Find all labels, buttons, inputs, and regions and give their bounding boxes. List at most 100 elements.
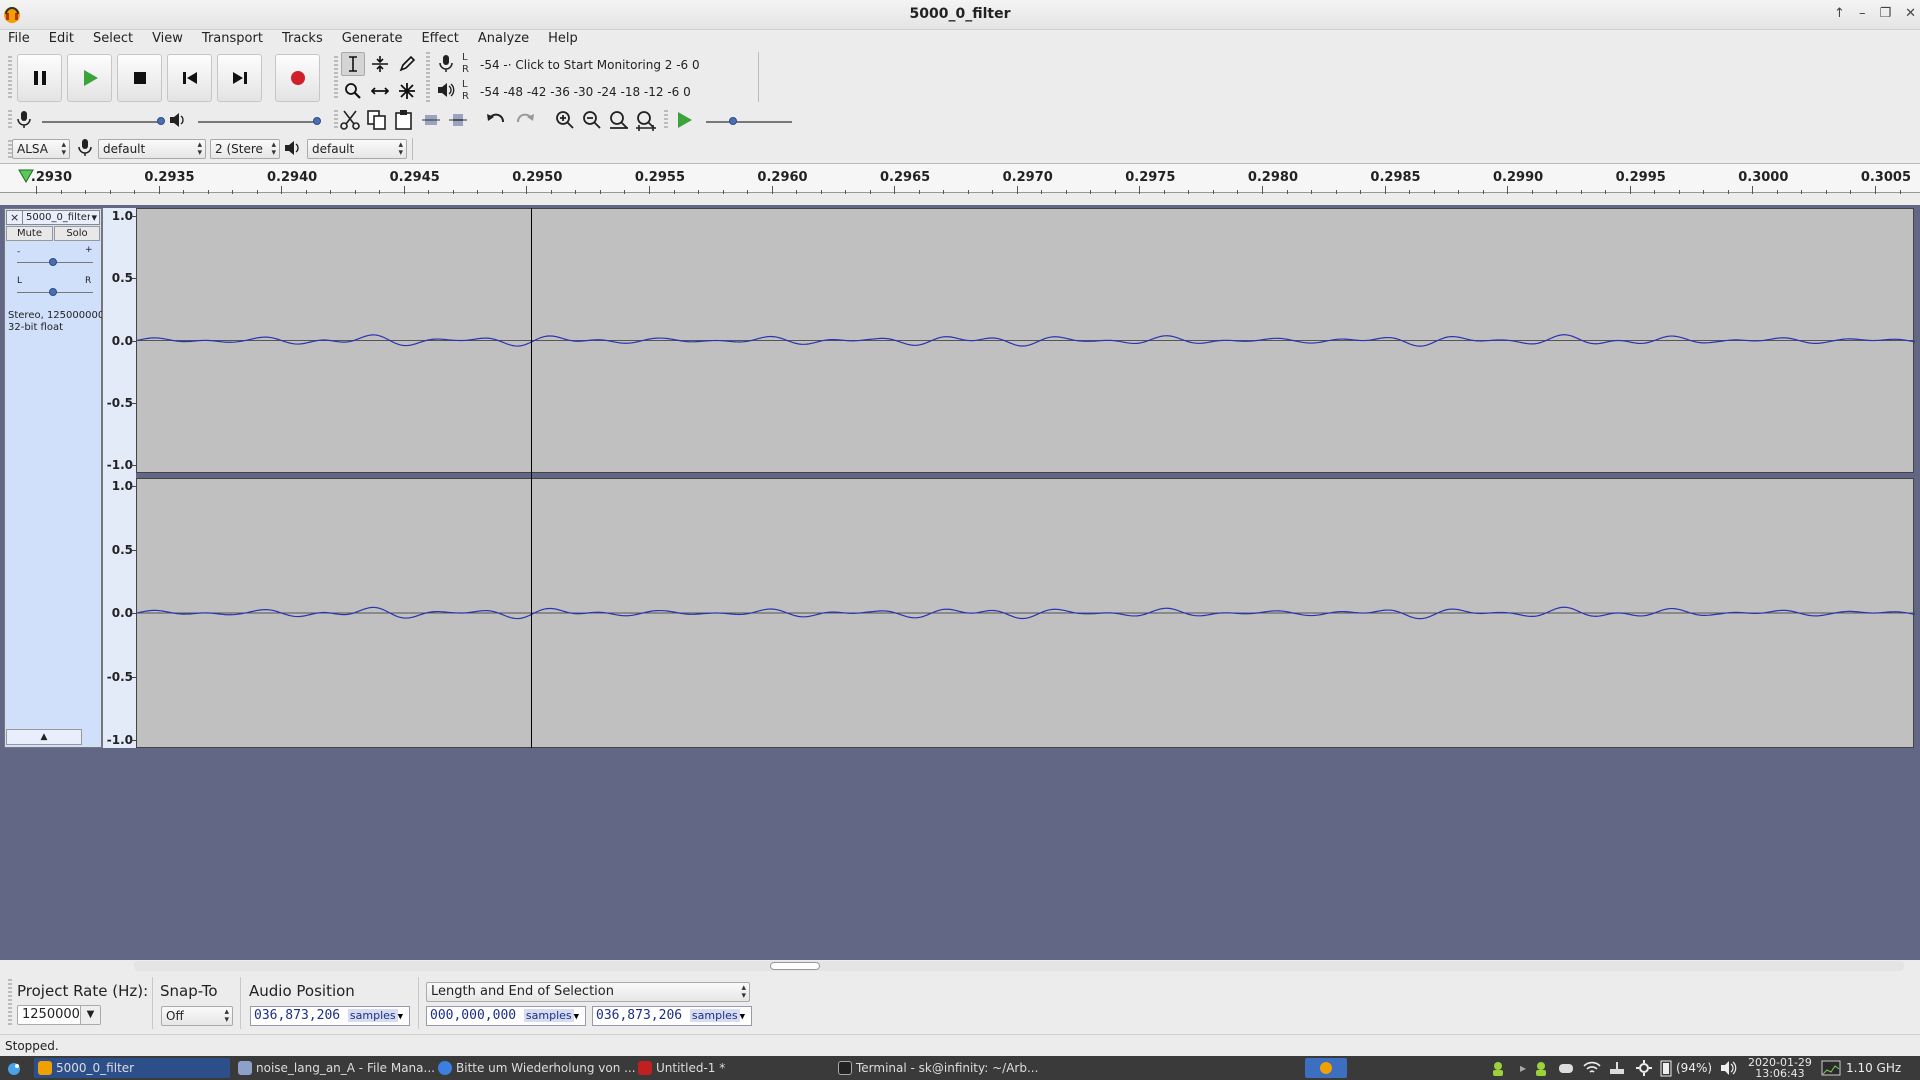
time-shift-tool[interactable] [368, 79, 392, 103]
menu-tracks[interactable]: Tracks [282, 30, 323, 50]
menu-view[interactable]: View [152, 30, 183, 50]
selection-mode-select[interactable]: Length and End of Selection ▴ ▾ [426, 982, 750, 1002]
pan-knob[interactable] [49, 288, 57, 296]
play-at-speed-icon[interactable] [676, 111, 694, 129]
track-name-menu[interactable]: 5000_0_filter [22, 211, 90, 225]
play-speed-slider[interactable] [706, 121, 792, 123]
play-speed-knob[interactable] [729, 117, 737, 125]
microphone-icon[interactable] [436, 54, 456, 72]
track-menu-arrow[interactable]: ▾ [91, 211, 97, 224]
selection-length-field[interactable]: 000,000,000 samples ▼ [426, 1006, 586, 1026]
menu-transport[interactable]: Transport [202, 30, 263, 50]
toolbar-grip[interactable] [334, 110, 338, 130]
paste-icon[interactable] [393, 109, 415, 131]
zoom-out-icon[interactable] [581, 109, 603, 131]
workspace-switcher[interactable] [1305, 1058, 1347, 1078]
recording-volume-slider[interactable] [42, 121, 162, 123]
toolbar-grip[interactable] [8, 979, 12, 1027]
minimize-button[interactable]: – [1859, 6, 1866, 21]
speaker-icon[interactable] [436, 81, 456, 99]
pause-button[interactable] [17, 54, 62, 102]
zoom-tool[interactable] [341, 79, 365, 103]
taskbar-item-terminal[interactable]: Terminal - sk@infinity: ~/Arb... [834, 1058, 1038, 1078]
solo-button[interactable]: Solo [54, 226, 100, 241]
settings-gear-icon[interactable] [1636, 1060, 1652, 1076]
envelope-tool[interactable] [368, 52, 392, 76]
keep-above-button[interactable]: ↑ [1834, 6, 1845, 21]
silence-audio-icon[interactable] [447, 109, 469, 131]
recording-meter[interactable]: LR -54 -· Click to Start Monitoring 2 -6… [462, 52, 762, 78]
waveform-left-channel[interactable] [136, 208, 1916, 473]
network-icon[interactable] [1608, 1060, 1626, 1076]
selection-end-field[interactable]: 036,873,206 samples ▼ [592, 1006, 752, 1026]
wifi-icon[interactable] [1583, 1060, 1601, 1076]
taskbar-item-untitled[interactable]: Untitled-1 * [634, 1058, 830, 1078]
start-menu-icon[interactable] [6, 1060, 22, 1076]
volume-icon[interactable] [1720, 1060, 1738, 1076]
playback-volume-slider[interactable] [198, 121, 318, 123]
horizontal-scrollbar[interactable] [134, 961, 1904, 971]
recording-channels-select[interactable]: 2 (Stere ▴ ▾ [210, 139, 280, 159]
menu-help[interactable]: Help [548, 30, 578, 50]
audio-host-select[interactable]: ALSA ▴ ▾ [12, 139, 70, 159]
mute-button[interactable]: Mute [6, 226, 53, 241]
undo-icon[interactable] [486, 109, 508, 131]
multi-tool[interactable] [395, 79, 419, 103]
toolbar-grip[interactable] [334, 56, 338, 100]
play-button[interactable] [67, 54, 112, 102]
playback-meter[interactable]: LR -54 -48 -42 -36 -30 -24 -18 -12 -6 0 [462, 79, 762, 105]
track-control-panel[interactable]: × 5000_0_filter ▾ Mute Solo - + L R Ster… [4, 208, 117, 748]
copy-icon[interactable] [366, 109, 388, 131]
track-area[interactable]: × 5000_0_filter ▾ Mute Solo - + L R Ster… [0, 205, 1920, 960]
user-tray-icon[interactable] [1533, 1060, 1549, 1076]
clock[interactable]: 2020-01-29 13:06:43 [1748, 1057, 1812, 1079]
skip-to-start-button[interactable] [167, 54, 212, 102]
timeline-ruler[interactable]: .2930 0.2935 0.2940 0.2945 0.2950 0.2955 0.296… [0, 163, 1920, 194]
snap-to-select[interactable]: Off ▴ ▾ [161, 1006, 233, 1026]
chevron-down-icon[interactable]: ▼ [80, 1006, 100, 1024]
playback-device-select[interactable]: default ▴ ▾ [307, 139, 407, 159]
menu-effect[interactable]: Effect [421, 30, 458, 50]
cut-icon[interactable] [339, 109, 361, 131]
menu-select[interactable]: Select [93, 30, 133, 50]
tray-expand-icon[interactable]: ▸ [1520, 1056, 1526, 1080]
menu-edit[interactable]: Edit [49, 30, 74, 50]
battery-icon[interactable] [1660, 1059, 1672, 1077]
skip-to-end-button[interactable] [217, 54, 262, 102]
toolbar-grip[interactable] [664, 110, 668, 130]
track-close-button[interactable]: × [10, 211, 19, 224]
redo-icon[interactable] [513, 109, 535, 131]
menu-file[interactable]: File [8, 30, 30, 50]
draw-tool[interactable] [395, 52, 419, 76]
menu-generate[interactable]: Generate [342, 30, 403, 50]
waveform-right-channel[interactable] [136, 478, 1916, 748]
fit-project-icon[interactable] [635, 109, 657, 131]
menu-analyze[interactable]: Analyze [478, 30, 529, 50]
toolbar-grip[interactable] [8, 110, 12, 130]
gain-knob[interactable] [49, 258, 57, 266]
selection-tool[interactable] [341, 52, 365, 76]
close-window-button[interactable]: ✕ [1905, 6, 1916, 21]
toolbar-grip[interactable] [426, 52, 430, 102]
maximize-button[interactable]: ❐ [1879, 6, 1891, 21]
project-rate-combo[interactable]: 1250000 ▼ [17, 1005, 101, 1025]
fit-selection-icon[interactable] [608, 109, 630, 131]
collapse-track-button[interactable]: ▲ [6, 729, 82, 745]
stop-button[interactable] [117, 54, 162, 102]
scrollbar-thumb[interactable] [770, 962, 820, 970]
zoom-in-icon[interactable] [554, 109, 576, 131]
taskbar-item-browser[interactable]: Bitte um Wiederholung von ... [434, 1058, 636, 1078]
audio-position-field[interactable]: 036,873,206 samples ▼ [250, 1006, 410, 1026]
cpu-monitor-icon[interactable] [1821, 1060, 1841, 1076]
toolbar-grip[interactable] [8, 56, 12, 100]
recording-volume-knob[interactable] [157, 117, 165, 125]
taskbar-item-file-manager[interactable]: noise_lang_an_A - File Mana... [234, 1058, 435, 1078]
taskbar-item-audacity[interactable]: 5000_0_filter [34, 1058, 230, 1078]
trim-audio-icon[interactable] [420, 109, 442, 131]
recording-device-select[interactable]: default ▴ ▾ [98, 139, 206, 159]
record-button[interactable] [275, 54, 320, 102]
user-tray-icon[interactable] [1490, 1060, 1506, 1076]
playback-volume-knob[interactable] [313, 117, 321, 125]
gamepad-icon[interactable] [1558, 1060, 1574, 1076]
vertical-amplitude-ruler[interactable]: 1.0 0.5 0.0 -0.5 -1.0 1.0 0.5 0.0 -0.5 -1.0 [102, 208, 136, 748]
